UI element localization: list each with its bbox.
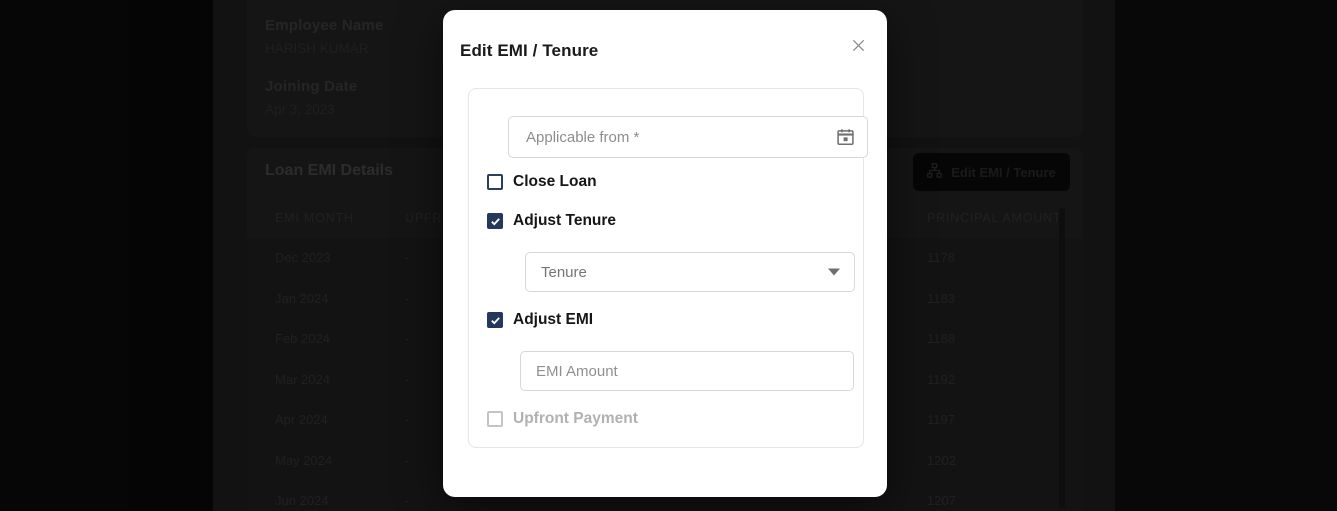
- checkbox-adjust-tenure[interactable]: Adjust Tenure: [487, 212, 616, 230]
- dialog-title: Edit EMI / Tenure: [460, 41, 599, 60]
- checkbox-close-loan[interactable]: Close Loan: [487, 173, 597, 191]
- checkbox-label-adjust-tenure: Adjust Tenure: [513, 212, 617, 229]
- emi-amount-placeholder: EMI Amount: [536, 362, 618, 380]
- checkbox-box-adjust-tenure[interactable]: [487, 213, 503, 229]
- chevron-down-icon[interactable]: [828, 268, 840, 276]
- applicable-from-field[interactable]: Applicable from *: [508, 116, 868, 158]
- calendar-icon[interactable]: [836, 128, 855, 147]
- app-root: Employee Name HARISH KUMAR Joining Date …: [0, 0, 1337, 511]
- checkbox-upfront-payment: Upfront Payment: [487, 410, 638, 428]
- close-icon[interactable]: [841, 28, 875, 62]
- checkbox-box-close-loan[interactable]: [487, 174, 503, 190]
- checkbox-label-close-loan: Close Loan: [513, 173, 597, 190]
- checkbox-label-upfront-payment: Upfront Payment: [513, 410, 638, 427]
- emi-amount-field[interactable]: EMI Amount: [520, 351, 854, 391]
- form-panel: Applicable from * Close Loan Adjust Tenu…: [468, 88, 868, 448]
- applicable-from-placeholder: Applicable from *: [526, 128, 640, 146]
- tenure-select[interactable]: Tenure: [525, 252, 855, 292]
- checkbox-box-adjust-emi[interactable]: [487, 312, 503, 328]
- checkbox-adjust-emi[interactable]: Adjust EMI: [487, 311, 593, 329]
- checkbox-label-adjust-emi: Adjust EMI: [513, 311, 594, 328]
- checkbox-box-upfront-payment: [487, 411, 503, 427]
- edit-emi-tenure-dialog: Edit EMI / Tenure Applicable from * Clos…: [443, 10, 887, 497]
- tenure-select-placeholder: Tenure: [541, 263, 587, 281]
